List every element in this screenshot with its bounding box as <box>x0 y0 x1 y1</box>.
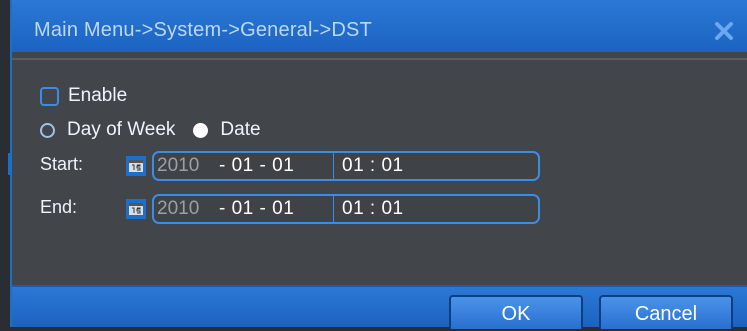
start-month-day[interactable]: - 01 - 01 <box>219 155 333 177</box>
ok-button[interactable]: OK <box>449 295 583 329</box>
cancel-button[interactable]: Cancel <box>599 295 733 329</box>
enable-row[interactable]: Enable <box>40 85 127 107</box>
start-year[interactable]: 2010 <box>157 155 219 177</box>
start-label: Start: <box>40 154 84 174</box>
radio-date-label: Date <box>220 119 261 140</box>
mode-radio-group: Day of Week Date <box>40 119 279 141</box>
close-icon[interactable] <box>713 20 735 42</box>
dst-dialog: Main Menu->System->General->DST Enable D… <box>10 0 747 329</box>
end-datetime-field[interactable]: 2010 - 01 - 01 01 : 01 <box>152 194 540 224</box>
window-title: Main Menu->System->General->DST <box>34 19 372 41</box>
end-year[interactable]: 2010 <box>157 198 219 220</box>
start-datetime-field[interactable]: 2010 - 01 - 01 01 : 01 <box>152 151 540 181</box>
enable-checkbox[interactable] <box>40 86 59 106</box>
start-field-divider <box>333 153 334 179</box>
end-label: End: <box>40 197 78 217</box>
button-bar: OK Cancel <box>12 285 747 329</box>
end-month-day[interactable]: - 01 - 01 <box>219 198 333 220</box>
title-bar: Main Menu->System->General->DST <box>12 0 747 52</box>
end-time[interactable]: 01 : 01 <box>342 198 404 220</box>
start-time[interactable]: 01 : 01 <box>342 155 404 177</box>
radio-date[interactable] <box>193 122 209 138</box>
end-field-divider <box>333 196 334 222</box>
enable-label: Enable <box>68 85 128 106</box>
start-calendar-icon[interactable] <box>126 156 146 176</box>
end-calendar-icon[interactable] <box>126 199 146 219</box>
radio-day-of-week-label: Day of Week <box>67 119 176 140</box>
dialog-body: Enable Day of Week Date Start: 2010 - 01… <box>12 58 747 285</box>
radio-day-of-week[interactable] <box>40 122 55 138</box>
